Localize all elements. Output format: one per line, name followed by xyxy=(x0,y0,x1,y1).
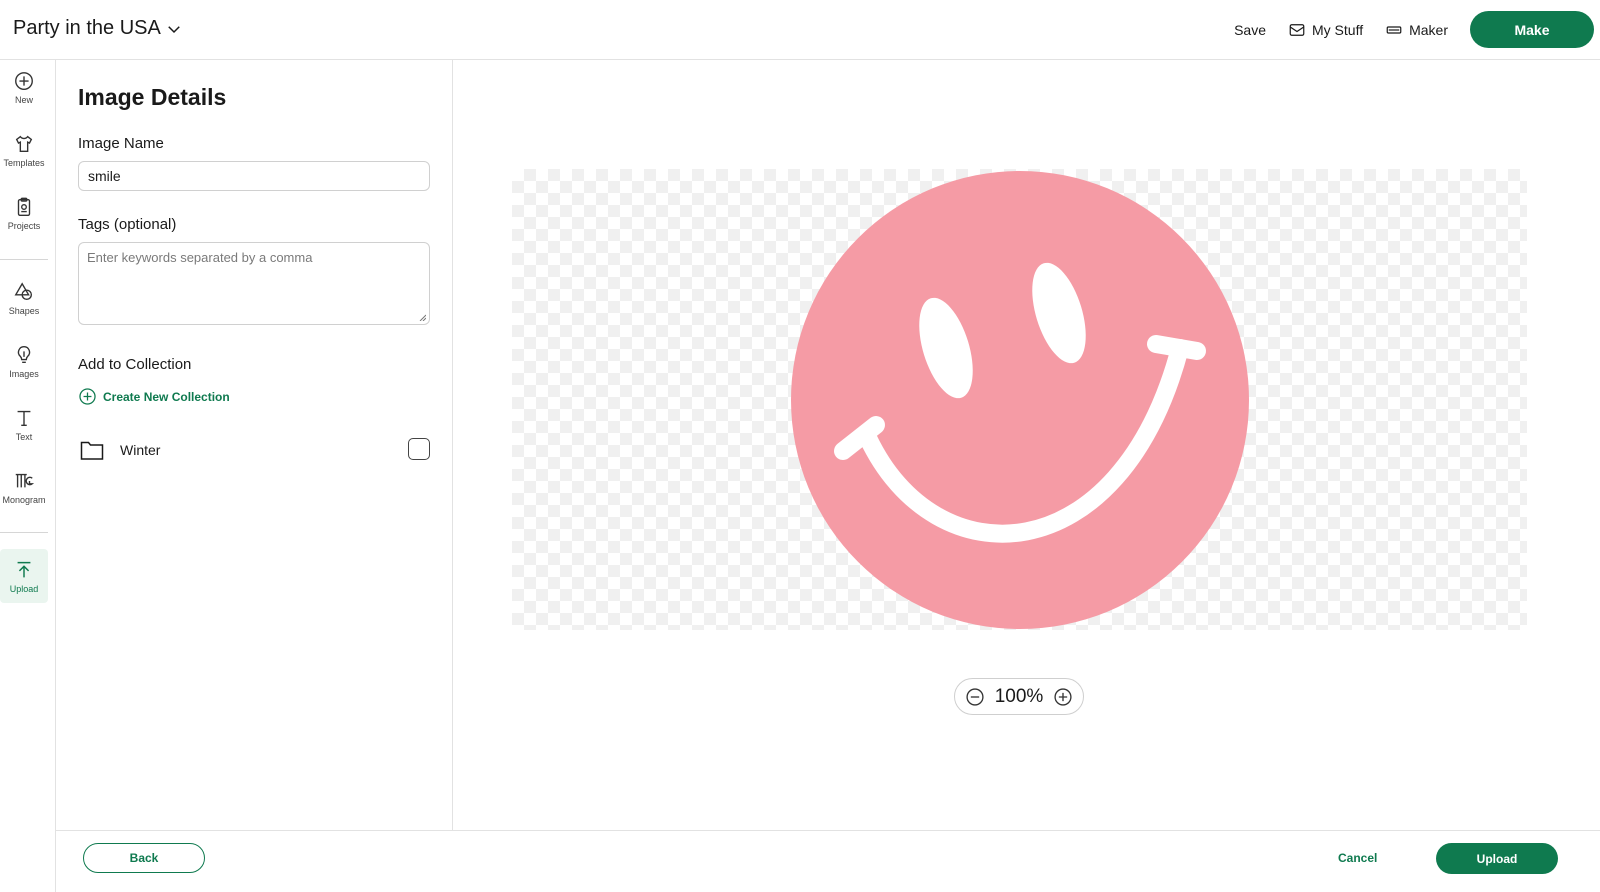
rail-divider xyxy=(0,259,48,260)
zoom-value: 100% xyxy=(994,685,1044,707)
sidebar-item-upload[interactable]: Upload xyxy=(0,549,48,603)
make-button[interactable]: Make xyxy=(1470,11,1594,48)
sidebar-item-images[interactable]: Images xyxy=(0,334,48,388)
sidebar-item-monogram[interactable]: Monogram xyxy=(0,460,48,514)
upload-icon xyxy=(17,561,31,577)
sidebar-item-shapes[interactable]: Shapes xyxy=(0,271,48,325)
top-actions: Save My Stuff Maker Make xyxy=(1234,0,1600,59)
zoom-out-icon[interactable] xyxy=(965,687,985,707)
image-name-label: Image Name xyxy=(78,135,164,152)
shirt-icon xyxy=(15,135,33,152)
collection-label: Add to Collection xyxy=(78,356,192,373)
zoom-in-icon[interactable] xyxy=(1053,687,1073,707)
back-button[interactable]: Back xyxy=(83,843,205,873)
tags-textarea[interactable]: Enter keywords separated by a comma xyxy=(78,242,430,325)
my-stuff-button[interactable]: My Stuff xyxy=(1288,21,1363,39)
panel-title: Image Details xyxy=(78,84,227,110)
collection-name: Winter xyxy=(120,442,161,458)
image-details-panel: Image Details Image Name smile Tags (opt… xyxy=(56,60,453,830)
create-collection-link[interactable]: Create New Collection xyxy=(78,387,230,406)
cancel-button[interactable]: Cancel xyxy=(1338,851,1377,865)
image-preview xyxy=(512,169,1527,630)
tags-label: Tags (optional) xyxy=(78,216,177,233)
plus-circle-icon xyxy=(15,71,33,90)
machine-icon xyxy=(1386,25,1402,34)
sidebar-item-templates[interactable]: Templates xyxy=(0,123,48,177)
collection-item[interactable]: Winter xyxy=(78,437,430,463)
sidebar-item-new[interactable]: New xyxy=(0,60,48,114)
left-rail: New Templates Projects Shapes Images Tex… xyxy=(0,60,56,892)
plus-circle-icon xyxy=(79,388,96,405)
image-name-input[interactable]: smile xyxy=(78,161,430,191)
project-title-dropdown[interactable]: Party in the USA xyxy=(13,17,183,40)
sidebar-item-projects[interactable]: Projects xyxy=(0,186,48,240)
rail-divider xyxy=(0,532,48,533)
collection-checkbox[interactable] xyxy=(408,438,430,460)
zoom-control: 100% xyxy=(954,678,1084,715)
top-bar: Party in the USA Save My Stuff Maker Mak… xyxy=(0,0,1600,60)
chevron-down-icon xyxy=(168,25,180,33)
tags-placeholder: Enter keywords separated by a comma xyxy=(87,250,313,265)
monogram-icon xyxy=(15,473,35,487)
sidebar-item-text[interactable]: Text xyxy=(0,397,48,451)
lightbulb-icon xyxy=(17,345,31,363)
maker-button[interactable]: Maker xyxy=(1385,21,1448,39)
project-title: Party in the USA xyxy=(13,17,161,39)
save-button[interactable]: Save xyxy=(1234,22,1266,38)
text-icon xyxy=(17,410,31,426)
smiley-image xyxy=(791,171,1249,629)
clipboard-icon xyxy=(17,197,31,216)
upload-button[interactable]: Upload xyxy=(1436,843,1558,874)
folder-icon xyxy=(80,441,104,460)
shapes-icon xyxy=(14,281,33,300)
bottom-bar: Back Cancel Upload xyxy=(56,830,1600,892)
resize-handle-icon[interactable] xyxy=(418,313,426,321)
envelope-icon xyxy=(1289,23,1305,36)
